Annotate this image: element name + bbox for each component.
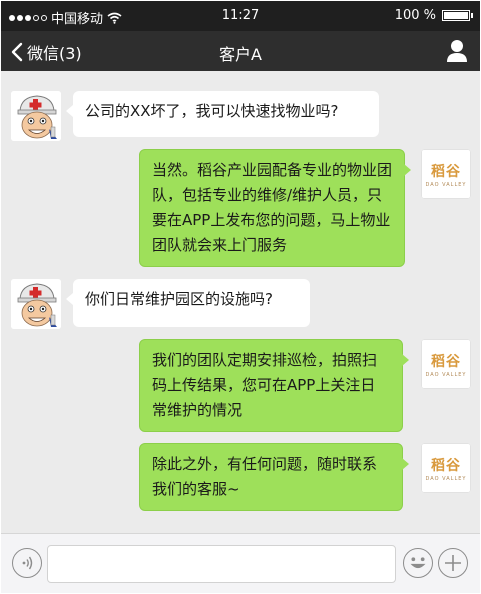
nurse-cartoon-avatar-icon [11,91,61,141]
battery-fill [444,12,468,19]
daogu-logo-icon: 稻谷 DAO VALLEY [421,149,471,199]
customer-avatar[interactable] [11,91,61,141]
emoji-icon[interactable] [403,548,433,578]
message-bubble-incoming[interactable]: 公司的XX坏了，我可以快速找物业吗? [66,91,379,137]
customer-avatar[interactable] [11,279,61,329]
chat-area[interactable]: 公司的XX坏了，我可以快速找物业吗? 当然。稻谷产业园配备专业的物业团队，包括专… [1,71,480,533]
battery-percent: 100 % [394,8,436,23]
company-avatar[interactable]: 稻谷 DAO VALLEY [421,339,471,389]
logo-text-cn: 稻谷 [431,353,461,370]
voice-icon [22,556,33,570]
logo-text-cn: 稻谷 [431,457,461,474]
nav-bar: 微信(3) 客户A [1,31,480,71]
plus-icon [445,555,461,571]
logo-text-en: DAO VALLEY [425,475,467,482]
message-bubble-outgoing[interactable]: 当然。稻谷产业园配备专业的物业团队，包括专业的维修/维护人员，只要在APP上发布… [139,149,411,267]
logo-text-en: DAO VALLEY [425,181,467,188]
daogu-logo-icon: 稻谷 DAO VALLEY [421,443,471,493]
logo-text-cn: 稻谷 [431,163,461,180]
more-options-button[interactable] [438,548,468,578]
status-bar: 中国移动 11:27 100 % [1,1,480,31]
battery-icon [442,10,473,21]
company-avatar[interactable]: 稻谷 DAO VALLEY [421,443,471,493]
profile-icon[interactable] [446,39,468,63]
message-bubble-outgoing[interactable]: 除此之外，有任何问题，随时联系我们的客服~ [139,443,409,511]
input-bar [1,533,480,593]
voice-input-button[interactable] [12,548,42,578]
message-bubble-outgoing[interactable]: 我们的团队定期安排巡检，拍照扫码上传结果，您可在APP上关注日常维护的情况 [139,339,409,432]
nurse-cartoon-avatar-icon [11,279,61,329]
logo-text-en: DAO VALLEY [425,371,467,378]
status-right: 100 % [394,8,473,23]
message-bubble-incoming[interactable]: 你们日常维护园区的设施吗? [66,279,310,327]
company-avatar[interactable]: 稻谷 DAO VALLEY [421,149,471,199]
daogu-logo-icon: 稻谷 DAO VALLEY [421,339,471,389]
chat-title: 客户A [219,45,262,64]
message-input[interactable] [47,545,396,583]
